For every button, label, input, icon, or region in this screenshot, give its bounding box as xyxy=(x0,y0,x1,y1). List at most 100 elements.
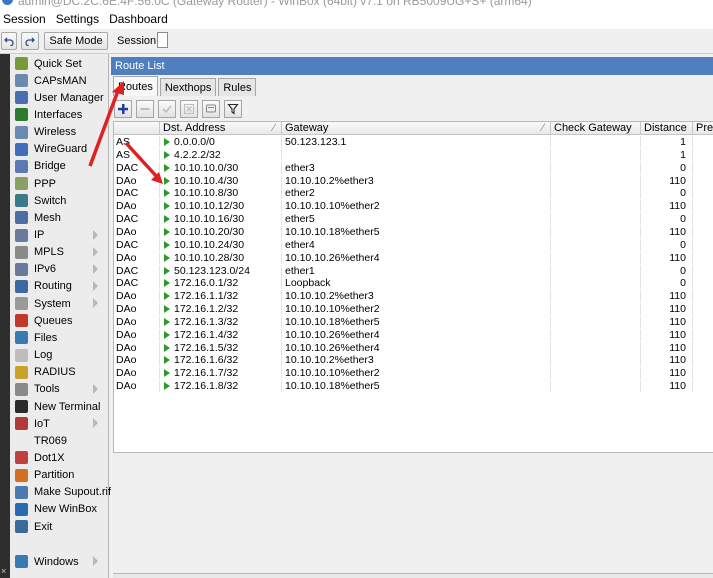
sidebar-item-label: IP xyxy=(34,229,45,241)
table-row[interactable]: DAo 172.16.1.7/32 10.10.10.10%ether2 110 xyxy=(114,367,713,380)
sidebar-item-wireguard[interactable]: WireGuard xyxy=(10,141,108,158)
pref-src-cell xyxy=(693,354,713,366)
column-header-pref-src[interactable]: Pref xyxy=(693,122,713,135)
table-row[interactable]: DAo 10.10.10.20/30 10.10.10.18%ether5 110 xyxy=(114,225,713,238)
sidebar-item-routing[interactable]: Routing xyxy=(10,278,108,295)
sidebar-item-ipv6[interactable]: IPv6 xyxy=(10,261,108,278)
sidebar-item-new-terminal[interactable]: New Terminal xyxy=(10,398,108,415)
table-row[interactable]: AS 4.2.2.2/32 1 xyxy=(114,148,713,161)
check-gateway-cell xyxy=(551,354,641,367)
sidebar-item-bridge[interactable]: Bridge xyxy=(10,158,108,175)
sidebar-item-queues[interactable]: Queues xyxy=(10,312,108,329)
sidebar-item-label: Tools xyxy=(34,383,60,396)
tab-routes[interactable]: Routes xyxy=(113,76,158,96)
table-row[interactable]: DAo 172.16.1.5/32 10.10.10.26%ether4 110 xyxy=(114,341,713,354)
table-row[interactable]: DAC 10.10.10.16/30 ether5 0 xyxy=(114,213,713,226)
tab-rules[interactable]: Rules xyxy=(218,78,257,96)
menu-session[interactable]: Session xyxy=(0,12,51,26)
check-gateway-cell xyxy=(551,174,641,187)
table-row[interactable]: DAC 50.123.123.0/24 ether1 0 xyxy=(114,264,713,277)
dst-address-cell: 172.16.1.1/32 xyxy=(160,290,282,303)
sidebar-item-wireless[interactable]: Wireless xyxy=(10,124,108,141)
sidebar-item-label: Queues xyxy=(34,314,73,327)
column-header-dst-address[interactable]: Dst. Address ⁄ xyxy=(160,122,282,135)
sidebar-item-iot[interactable]: IoT xyxy=(10,415,108,432)
sidebar-item-user-manager[interactable]: User Manager xyxy=(10,89,108,106)
dst-address-cell: 172.16.1.8/32 xyxy=(160,380,282,393)
table-row[interactable]: AS 0.0.0.0/0 50.123.123.1 1 xyxy=(114,136,713,148)
sidebar-item-windows[interactable]: Windows xyxy=(10,553,108,570)
window-titlebar: admin@DC:2C:6E:4F:56:0C (Gateway Router)… xyxy=(0,0,713,9)
window-title-route-list: Route List xyxy=(111,57,713,75)
menu-settings[interactable]: Settings xyxy=(51,12,104,26)
sidebar-item-ppp[interactable]: PPP xyxy=(10,175,108,192)
sidebar-item-label: Make Supout.rif xyxy=(34,486,112,499)
submenu-arrow-icon xyxy=(93,229,98,240)
table-row[interactable]: DAo 172.16.1.6/32 10.10.10.2%ether3 110 xyxy=(114,354,713,367)
sidebar-item-tools[interactable]: Tools xyxy=(10,381,108,398)
pref-src-cell xyxy=(693,252,713,264)
gateway-cell: 10.10.10.10%ether2 xyxy=(282,367,551,380)
menu-bar: Session Settings Dashboard xyxy=(0,9,713,29)
table-row[interactable]: DAo 10.10.10.4/30 10.10.10.2%ether3 110 xyxy=(114,174,713,187)
table-row[interactable]: DAo 172.16.1.2/32 10.10.10.10%ether2 110 xyxy=(114,303,713,316)
sidebar-item-mpls[interactable]: MPLS xyxy=(10,244,108,261)
table-row[interactable]: DAC 10.10.10.0/30 ether3 0 xyxy=(114,161,713,174)
safe-mode-button[interactable]: Safe Mode xyxy=(44,32,108,50)
column-header-flags[interactable] xyxy=(114,122,160,135)
sidebar-item-quick-set[interactable]: Quick Set xyxy=(10,55,108,72)
sidebar-item-ip[interactable]: IP xyxy=(10,227,108,244)
sidebar-item-partition[interactable]: Partition xyxy=(10,467,108,484)
wireguard-icon xyxy=(15,142,28,156)
table-row[interactable]: DAC 10.10.10.8/30 ether2 0 xyxy=(114,187,713,200)
sidebar-item-mesh[interactable]: Mesh xyxy=(10,209,108,226)
gateway-cell: 10.10.10.18%ether5 xyxy=(282,315,551,328)
sidebar-item-label: New Terminal xyxy=(34,400,101,413)
sidebar-item-files[interactable]: Files xyxy=(10,329,108,346)
table-row[interactable]: DAo 172.16.1.8/32 10.10.10.18%ether5 110 xyxy=(114,380,713,393)
sidebar-item-exit[interactable]: Exit xyxy=(10,518,108,535)
sidebar-item-tr069[interactable]: TR069 xyxy=(10,432,108,449)
column-header-distance[interactable]: Distance xyxy=(641,122,693,135)
table-row[interactable]: DAC 10.10.10.24/30 ether4 0 xyxy=(114,238,713,251)
session-input[interactable] xyxy=(157,32,168,48)
sidebar-item-new-winbox[interactable]: New WinBox xyxy=(10,501,108,518)
enable-button[interactable] xyxy=(158,99,176,118)
sidebar-item-system[interactable]: System xyxy=(10,295,108,312)
sidebar-item-interfaces[interactable]: Interfaces xyxy=(10,106,108,123)
sidebar-item-switch[interactable]: Switch xyxy=(10,192,108,209)
dst-address-cell: 4.2.2.2/32 xyxy=(160,148,282,161)
pref-src-cell xyxy=(693,290,713,302)
remove-button[interactable] xyxy=(136,99,154,118)
table-row[interactable]: DAo 172.16.1.4/32 10.10.10.26%ether4 110 xyxy=(114,328,713,341)
table-row[interactable]: DAo 10.10.10.28/30 10.10.10.26%ether4 110 xyxy=(114,251,713,264)
sidebar-item-radius[interactable]: RADIUS xyxy=(10,364,108,381)
redo-button[interactable] xyxy=(21,32,39,50)
table-row[interactable]: DAC 172.16.0.1/32 Loopback 0 xyxy=(114,277,713,290)
filter-button[interactable] xyxy=(224,99,242,118)
disable-button[interactable] xyxy=(180,99,198,118)
gateway-cell: 10.10.10.10%ether2 xyxy=(282,200,551,213)
dst-address-text: 172.16.1.1/32 xyxy=(174,290,239,303)
pref-src-cell xyxy=(693,239,713,251)
radius-icon xyxy=(15,365,28,379)
column-header-check-gateway[interactable]: Check Gateway xyxy=(551,122,641,135)
comment-button[interactable] xyxy=(202,99,220,118)
tools-icon xyxy=(15,382,28,396)
sidebar-item-dot1x[interactable]: Dot1X xyxy=(10,449,108,466)
sidebar-item-make-supout-rif[interactable]: Make Supout.rif xyxy=(10,484,112,501)
column-header-gateway[interactable]: Gateway ⁄ xyxy=(282,122,551,135)
route-flags-cell: AS xyxy=(114,136,160,148)
menu-dashboard[interactable]: Dashboard xyxy=(104,12,173,26)
sidebar-item-capsman[interactable]: CAPsMAN xyxy=(10,72,108,89)
column-sort-icon: ⁄ xyxy=(542,122,544,134)
table-row[interactable]: DAo 10.10.10.12/30 10.10.10.10%ether2 110 xyxy=(114,200,713,213)
check-gateway-cell xyxy=(551,225,641,238)
tab-nexthops[interactable]: Nexthops xyxy=(159,78,217,96)
table-row[interactable]: DAo 172.16.1.1/32 10.10.10.2%ether3 110 xyxy=(114,290,713,303)
undo-button[interactable] xyxy=(1,32,17,50)
sidebar-item-log[interactable]: Log xyxy=(10,347,108,364)
sidebar-item-label: Bridge xyxy=(34,160,66,173)
add-button[interactable] xyxy=(114,99,132,118)
table-row[interactable]: DAo 172.16.1.3/32 10.10.10.18%ether5 110 xyxy=(114,315,713,328)
